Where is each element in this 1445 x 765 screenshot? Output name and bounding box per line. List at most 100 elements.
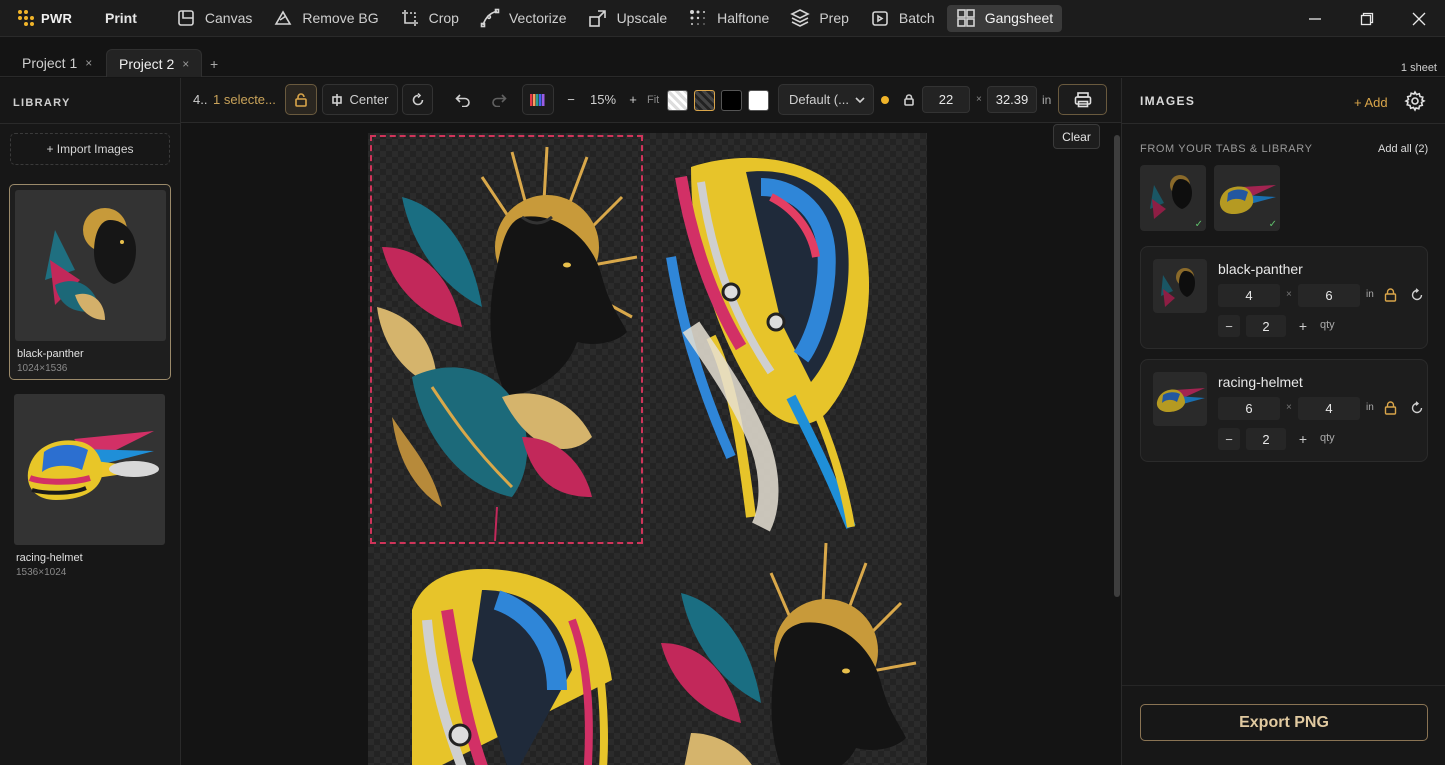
close-tab-icon[interactable]: × <box>85 56 92 70</box>
bg-black-swatch[interactable] <box>721 90 742 111</box>
color-mode-button[interactable] <box>522 84 554 115</box>
lock-toggle-button[interactable] <box>285 84 317 115</box>
print-clear-button[interactable] <box>1058 84 1107 115</box>
selection-count: 1 selecte... <box>213 92 276 107</box>
item-count: 4.. <box>193 92 208 107</box>
import-images-button[interactable]: + Import Images <box>10 133 170 165</box>
gear-icon[interactable] <box>1404 90 1426 112</box>
undo-button[interactable] <box>451 84 475 115</box>
added-check-icon: ✓ <box>1268 219 1277 230</box>
tool-upscale[interactable]: Upscale <box>579 5 677 32</box>
print-menu[interactable]: Print <box>105 10 137 26</box>
tool-batch[interactable]: Batch <box>861 5 944 32</box>
lock-icon[interactable] <box>1384 288 1397 302</box>
image-unit: in <box>1366 402 1374 413</box>
brand-name: PWR <box>41 10 73 26</box>
black-panther-thumbnail <box>15 190 166 341</box>
rotate-icon <box>412 92 423 105</box>
minimize-button[interactable] <box>1289 0 1341 37</box>
image-height-input[interactable]: 4 <box>1298 397 1360 420</box>
library-item-name: racing-helmet <box>16 552 83 564</box>
zoom-out-button[interactable]: − <box>565 84 577 115</box>
bg-white-swatch[interactable] <box>748 90 769 111</box>
image-card-name: racing-helmet <box>1218 374 1303 390</box>
dimension-separator: × <box>1286 289 1292 300</box>
image-width-input[interactable]: 4 <box>1218 284 1280 307</box>
qty-input[interactable]: 2 <box>1246 315 1286 337</box>
preset-label: Default (... <box>789 92 849 107</box>
restore-button[interactable] <box>1341 0 1393 37</box>
printer-icon <box>1074 91 1091 107</box>
center-label: Center <box>349 92 389 107</box>
close-window-button[interactable] <box>1393 0 1445 37</box>
qty-label: qty <box>1320 432 1335 444</box>
minimize-icon <box>1309 17 1321 20</box>
add-image-button[interactable]: + Add <box>1354 95 1388 110</box>
prep-icon <box>790 9 811 27</box>
undo-icon <box>455 93 470 107</box>
sheet-height-input[interactable]: 32.39 <box>987 86 1037 113</box>
divider <box>0 123 180 124</box>
aspect-lock-icon[interactable] <box>903 84 915 115</box>
tool-remove-bg[interactable]: Remove BG <box>264 5 387 32</box>
close-tab-icon[interactable]: × <box>182 57 189 71</box>
library-item-racing-helmet[interactable]: racing-helmet 1536×1024 <box>9 389 171 585</box>
center-button[interactable]: Center <box>322 84 398 115</box>
tool-label: Canvas <box>204 10 253 26</box>
library-item-black-panther[interactable]: black-panther 1024×1536 <box>9 184 171 380</box>
tool-label: Remove BG <box>302 10 379 26</box>
zoom-in-button[interactable]: + <box>627 84 639 115</box>
tool-gangsheet[interactable]: Gangsheet <box>946 4 1063 32</box>
black-panther-artwork[interactable] <box>651 533 923 765</box>
tool-halftone[interactable]: Halftone <box>679 5 778 32</box>
tool-vectorize[interactable]: Vectorize <box>471 5 576 32</box>
fit-button[interactable]: Fit <box>647 84 659 115</box>
qty-decrement-button[interactable]: − <box>1218 428 1240 450</box>
image-height-input[interactable]: 6 <box>1298 284 1360 307</box>
qty-input[interactable]: 2 <box>1246 428 1286 450</box>
export-png-button[interactable]: Export PNG <box>1140 704 1428 741</box>
tab-project-2[interactable]: Project 2 × <box>106 49 203 77</box>
canvas-area[interactable] <box>181 123 1121 765</box>
image-width-input[interactable]: 6 <box>1218 397 1280 420</box>
tool-label: Vectorize <box>508 10 567 26</box>
status-dot <box>881 96 889 104</box>
lock-icon[interactable] <box>1384 401 1397 415</box>
divider <box>1122 685 1445 686</box>
tool-label: Gangsheet <box>984 10 1054 26</box>
canvas-scrollbar[interactable] <box>1114 135 1120 597</box>
brand[interactable]: PWR <box>0 10 76 26</box>
racing-helmet-artwork[interactable] <box>651 137 923 544</box>
redo-button[interactable] <box>487 84 511 115</box>
image-card-name: black-panther <box>1218 261 1303 277</box>
gangsheet[interactable] <box>368 133 927 765</box>
tab-project-1[interactable]: Project 1 × <box>10 49 104 77</box>
preset-select[interactable]: Default (... <box>778 84 874 115</box>
qty-increment-button[interactable]: + <box>1292 315 1314 337</box>
add-tab-button[interactable]: + <box>210 56 218 72</box>
bg-transparent-light-swatch[interactable] <box>667 90 688 111</box>
reset-icon[interactable] <box>1410 401 1424 415</box>
tool-label: Batch <box>898 10 935 26</box>
racing-helmet-artwork[interactable] <box>372 550 644 765</box>
crop-icon <box>401 10 418 26</box>
qty-increment-button[interactable]: + <box>1292 428 1314 450</box>
tool-label: Crop <box>428 10 459 26</box>
selection-outline <box>370 135 643 544</box>
source-thumb-black-panther[interactable]: ✓ <box>1140 165 1206 231</box>
tool-canvas[interactable]: Canvas <box>167 5 261 32</box>
library-item-dims: 1536×1024 <box>16 567 67 578</box>
rotate-button[interactable] <box>402 84 433 115</box>
tool-prep[interactable]: Prep <box>781 5 858 32</box>
image-card-racing-helmet: racing-helmet 6 × 4 in − 2 + qty <box>1140 359 1428 462</box>
reset-icon[interactable] <box>1410 288 1424 302</box>
source-thumb-racing-helmet[interactable]: ✓ <box>1214 165 1280 231</box>
add-all-button[interactable]: Add all (2) <box>1378 143 1428 155</box>
images-panel: IMAGES + Add FROM YOUR TABS & LIBRARY Ad… <box>1121 78 1445 765</box>
tool-crop[interactable]: Crop <box>391 5 468 32</box>
zoom-value: 15% <box>589 92 617 107</box>
canvas-icon <box>178 10 194 26</box>
qty-decrement-button[interactable]: − <box>1218 315 1240 337</box>
bg-transparent-dark-swatch[interactable] <box>694 90 715 111</box>
sheet-width-input[interactable]: 22 <box>922 86 970 113</box>
